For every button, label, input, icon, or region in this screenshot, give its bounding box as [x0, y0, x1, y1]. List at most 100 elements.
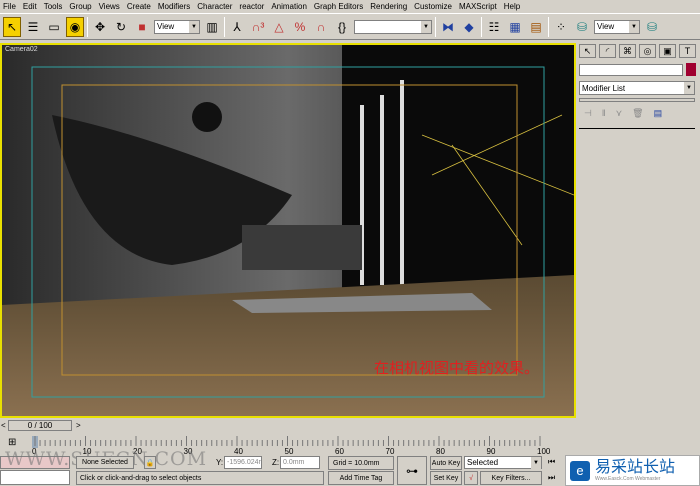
align-icon[interactable]: ◆ — [460, 17, 478, 37]
layer-manager-icon[interactable]: ☷ — [485, 17, 503, 37]
menu-maxscript[interactable]: MAXScript — [459, 2, 497, 11]
menu-animation[interactable]: Animation — [271, 2, 307, 11]
dropdown-value: View — [597, 22, 615, 31]
motion-tab-icon[interactable]: ◎ — [639, 44, 656, 58]
menu-tools[interactable]: Tools — [44, 2, 63, 11]
divider — [87, 16, 88, 37]
time-slider[interactable]: < 0 / 100 > — [0, 420, 575, 431]
menu-group[interactable]: Group — [69, 2, 91, 11]
default-tangent-icon[interactable]: √ — [464, 471, 478, 485]
modify-tab-icon[interactable]: ◜ — [599, 44, 616, 58]
quick-render-icon[interactable]: ⛁ — [643, 17, 661, 37]
viewport-label[interactable]: Camera02 — [5, 46, 38, 53]
menu-modifiers[interactable]: Modifiers — [158, 2, 190, 11]
window-crossing-icon[interactable]: ◉ — [66, 16, 84, 37]
set-key-icon[interactable]: ⊶ — [397, 456, 427, 485]
tick-label: 60 — [335, 447, 344, 456]
tick-label: 90 — [486, 447, 496, 456]
modifier-stack[interactable] — [579, 98, 695, 102]
menu-customize[interactable]: Customize — [414, 2, 452, 11]
show-end-result-icon[interactable]: ‖ — [602, 108, 606, 119]
spinner-snap-icon[interactable]: ∩ — [312, 17, 330, 37]
chevron-down-icon: ▼ — [531, 456, 541, 469]
dropdown-value: View — [157, 22, 175, 31]
lock-selection-icon[interactable]: 🔒 — [144, 456, 156, 469]
tick-label: 80 — [436, 447, 445, 456]
create-tab-icon[interactable]: ↖ — [579, 44, 596, 58]
z-label: Z: — [272, 458, 280, 467]
set-key-button[interactable]: Set Key — [430, 471, 462, 485]
logo-text: 易采站长站 — [595, 459, 676, 476]
remove-modifier-icon[interactable]: 🗑 — [632, 108, 643, 119]
annotation-text: 在相机视图中看的效果。 — [374, 359, 540, 377]
go-to-end-icon[interactable]: ⏭ — [548, 473, 555, 483]
grid-size: Grid = 10.0mm — [328, 456, 394, 470]
render-scene-icon[interactable]: ⛁ — [573, 17, 591, 37]
object-color-swatch[interactable] — [686, 63, 696, 76]
percent-snap-icon[interactable]: % — [291, 17, 309, 37]
menu-reactor[interactable]: reactor — [239, 2, 264, 11]
auto-key-button[interactable]: Auto Key — [430, 456, 462, 470]
tick-label: 40 — [234, 447, 243, 456]
main-toolbar: ↖ ☰ ▭ ◉ ✥ ↻ ■ View ▼ ▥ ⅄ ∩³ △ % ∩ {} ▼ ⧓ … — [0, 13, 700, 40]
maxscript-input[interactable] — [0, 470, 70, 485]
chevron-down-icon: ▼ — [421, 20, 431, 33]
make-unique-icon[interactable]: ⋎ — [616, 108, 623, 119]
scale-icon[interactable]: ■ — [133, 17, 151, 37]
reference-coord-dropdown[interactable]: View ▼ — [154, 19, 200, 34]
divider — [435, 16, 436, 37]
named-selection-dropdown[interactable]: ▼ — [354, 19, 432, 34]
z-coordinate-field[interactable]: 0.0mm — [280, 456, 320, 469]
display-tab-icon[interactable]: ▣ — [659, 44, 676, 58]
add-time-tag-button[interactable]: Add Time Tag — [328, 471, 394, 485]
menu-file[interactable]: File — [3, 2, 16, 11]
schematic-view-icon[interactable]: ▤ — [527, 17, 545, 37]
key-mode-dropdown[interactable]: Selected ▼ — [464, 456, 542, 469]
tick-label: 100 — [537, 447, 551, 456]
manipulate-icon[interactable]: ⅄ — [228, 17, 246, 37]
rotate-icon[interactable]: ↻ — [112, 17, 130, 37]
material-editor-icon[interactable]: ⁘ — [552, 17, 570, 37]
tick-label: 70 — [385, 447, 395, 456]
command-panel: ↖ ◜ ⌘ ◎ ▣ T Modifier List ▼ ⊣ ‖ ⋎ 🗑 ▤ — [576, 40, 700, 450]
divider — [224, 16, 225, 37]
modifier-list-dropdown[interactable]: Modifier List ▼ — [579, 81, 695, 95]
y-coordinate-field[interactable]: -1596.024r — [224, 456, 262, 469]
select-by-name-icon[interactable]: ☰ — [24, 17, 42, 37]
menu-help[interactable]: Help — [504, 2, 520, 11]
named-selection-icon[interactable]: {} — [333, 17, 351, 37]
rect-selection-icon[interactable]: ▭ — [45, 17, 63, 37]
prev-frame-icon[interactable]: < — [1, 421, 6, 430]
move-icon[interactable]: ✥ — [91, 17, 109, 37]
menu-rendering[interactable]: Rendering — [370, 2, 407, 11]
angle-snap-icon[interactable]: △ — [270, 17, 288, 37]
pin-stack-icon[interactable]: ⊣ — [584, 108, 592, 119]
trackbar-toggle-icon[interactable]: ⊞ — [8, 437, 16, 448]
pivot-icon[interactable]: ▥ — [203, 17, 221, 37]
render-type-dropdown[interactable]: View ▼ — [594, 19, 640, 34]
menu-edit[interactable]: Edit — [23, 2, 37, 11]
menu-views[interactable]: Views — [99, 2, 120, 11]
dropdown-value: Selected — [467, 458, 499, 467]
time-slider-thumb[interactable]: 0 / 100 — [8, 420, 72, 431]
hierarchy-tab-icon[interactable]: ⌘ — [619, 44, 636, 58]
logo-icon: e — [570, 460, 590, 481]
stack-controls: ⊣ ‖ ⋎ 🗑 ▤ — [584, 108, 662, 119]
menu-create[interactable]: Create — [127, 2, 151, 11]
go-to-start-icon[interactable]: ⏮ — [548, 457, 555, 467]
mirror-icon[interactable]: ⧓ — [439, 17, 457, 37]
select-arrow-icon[interactable]: ↖ — [3, 16, 21, 37]
snap-3d-icon[interactable]: ∩³ — [249, 17, 267, 37]
next-frame-icon[interactable]: > — [76, 421, 81, 430]
menu-graph-editors[interactable]: Graph Editors — [314, 2, 363, 11]
menu-character[interactable]: Character — [197, 2, 232, 11]
chevron-down-icon: ▼ — [629, 20, 639, 33]
selection-status: None Selected — [76, 456, 134, 469]
configure-sets-icon[interactable]: ▤ — [654, 108, 663, 119]
curve-editor-icon[interactable]: ▦ — [506, 17, 524, 37]
y-label: Y: — [216, 458, 224, 467]
utilities-tab-icon[interactable]: T — [679, 44, 696, 58]
menu-bar: File Edit Tools Group Views Create Modif… — [0, 0, 700, 13]
key-filters-button[interactable]: Key Filters... — [480, 471, 542, 485]
object-name-field[interactable] — [579, 64, 683, 76]
